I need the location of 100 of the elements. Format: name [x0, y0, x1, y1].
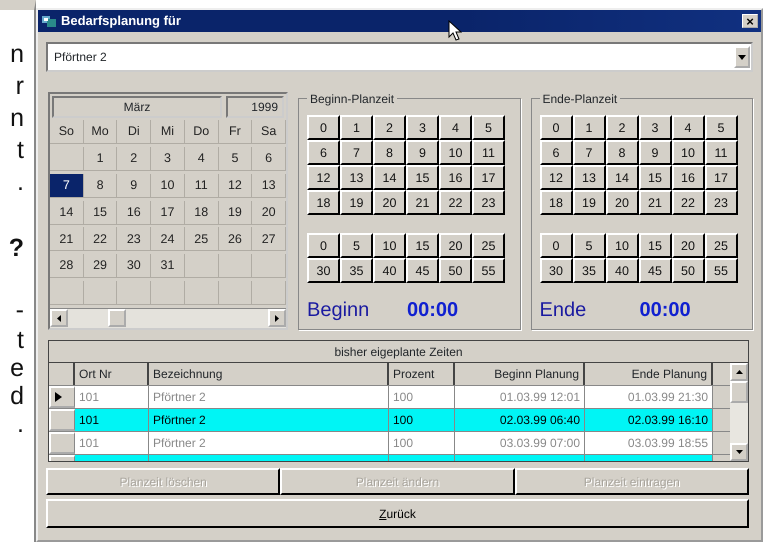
calendar-day[interactable]: 21 [50, 227, 84, 252]
hour-button[interactable]: 6 [307, 140, 340, 165]
calendar-day[interactable]: 2 [117, 146, 152, 171]
minute-button[interactable]: 0 [307, 233, 340, 258]
hour-button[interactable]: 23 [472, 190, 505, 215]
hour-button[interactable]: 14 [606, 165, 638, 190]
hour-button[interactable]: 17 [704, 165, 738, 190]
calendar-day[interactable]: 9 [117, 174, 152, 198]
minute-button[interactable]: 35 [572, 258, 606, 283]
hour-button[interactable]: 9 [406, 140, 439, 165]
minute-button[interactable]: 50 [672, 258, 704, 283]
calendar-day[interactable]: 4 [184, 146, 219, 171]
calendar-day[interactable]: 29 [84, 254, 118, 278]
minute-button[interactable]: 0 [540, 233, 572, 258]
hour-button[interactable]: 20 [373, 190, 406, 215]
hour-button[interactable]: 1 [572, 115, 606, 140]
hour-button[interactable]: 16 [439, 165, 472, 190]
minute-button[interactable]: 25 [704, 233, 738, 258]
calendar-day[interactable]: 19 [218, 200, 252, 225]
minute-button[interactable]: 20 [672, 233, 704, 258]
hour-button[interactable]: 18 [307, 190, 340, 215]
hour-button[interactable]: 2 [373, 115, 406, 140]
hour-button[interactable]: 12 [540, 165, 572, 190]
minute-button[interactable]: 5 [572, 233, 606, 258]
minute-button[interactable]: 40 [373, 258, 406, 283]
hour-button[interactable]: 18 [540, 190, 572, 215]
scrollbar-thumb[interactable] [730, 381, 748, 403]
calendar-day[interactable]: 17 [151, 200, 185, 225]
hour-button[interactable]: 7 [572, 140, 606, 165]
calendar-day[interactable]: 5 [218, 146, 252, 171]
calendar-day[interactable]: 8 [84, 174, 118, 198]
year-label[interactable]: 1999 [226, 96, 284, 118]
hour-button[interactable]: 8 [373, 140, 406, 165]
hour-button[interactable]: 7 [340, 140, 373, 165]
hour-button[interactable]: 4 [672, 115, 704, 140]
hour-button[interactable]: 15 [638, 165, 672, 190]
hour-button[interactable]: 15 [406, 165, 439, 190]
month-label[interactable]: März [52, 96, 222, 118]
calendar-day[interactable]: 7 [50, 174, 84, 198]
calendar-day[interactable]: 6 [252, 146, 286, 171]
minute-button[interactable]: 5 [340, 233, 373, 258]
scroll-left-icon[interactable] [50, 309, 68, 327]
hour-button[interactable]: 0 [540, 115, 572, 140]
hour-button[interactable]: 0 [307, 115, 340, 140]
minute-button[interactable]: 15 [638, 233, 672, 258]
hour-button[interactable]: 17 [472, 165, 505, 190]
scroll-right-icon[interactable] [268, 309, 286, 327]
minute-button[interactable]: 15 [406, 233, 439, 258]
hour-button[interactable]: 22 [439, 190, 472, 215]
hour-button[interactable]: 3 [638, 115, 672, 140]
hour-button[interactable]: 13 [340, 165, 373, 190]
calendar-day[interactable]: 31 [151, 254, 185, 278]
minute-button[interactable]: 55 [704, 258, 738, 283]
hour-button[interactable]: 23 [704, 190, 738, 215]
calendar-day[interactable]: 23 [117, 227, 152, 252]
calendar-day[interactable]: 24 [151, 227, 185, 252]
minute-button[interactable]: 30 [307, 258, 340, 283]
hour-button[interactable]: 5 [472, 115, 505, 140]
scroll-down-icon[interactable] [730, 443, 748, 461]
back-button[interactable]: Zurück [46, 499, 749, 528]
calendar-day[interactable]: 11 [184, 174, 219, 198]
scroll-up-icon[interactable] [730, 363, 748, 381]
hour-button[interactable]: 21 [406, 190, 439, 215]
minute-button[interactable]: 50 [439, 258, 472, 283]
calendar-day[interactable]: 20 [252, 200, 286, 225]
hour-button[interactable]: 11 [704, 140, 738, 165]
minute-button[interactable]: 45 [638, 258, 672, 283]
calendar-day[interactable]: 14 [50, 200, 84, 225]
close-button[interactable]: × [742, 14, 758, 28]
calendar-day[interactable]: 27 [252, 227, 286, 252]
minute-button[interactable]: 55 [472, 258, 505, 283]
calendar-day[interactable]: 26 [218, 227, 252, 252]
row-selector[interactable] [49, 386, 75, 408]
minute-button[interactable]: 25 [472, 233, 505, 258]
calendar-day[interactable]: 25 [184, 227, 219, 252]
minute-button[interactable]: 30 [540, 258, 572, 283]
calendar-day[interactable]: 10 [151, 174, 185, 198]
hour-button[interactable]: 9 [638, 140, 672, 165]
calendar-day[interactable]: 15 [84, 200, 118, 225]
calendar-day[interactable]: 16 [117, 200, 152, 225]
calendar-day[interactable]: 1 [84, 146, 118, 171]
hour-button[interactable]: 21 [638, 190, 672, 215]
hour-button[interactable]: 8 [606, 140, 638, 165]
hour-button[interactable]: 19 [340, 190, 373, 215]
calendar-day[interactable]: 22 [84, 227, 118, 252]
hour-button[interactable]: 13 [572, 165, 606, 190]
calendar-day[interactable]: 28 [50, 254, 84, 278]
hour-button[interactable]: 5 [704, 115, 738, 140]
hour-button[interactable]: 10 [672, 140, 704, 165]
hour-button[interactable]: 22 [672, 190, 704, 215]
minute-button[interactable]: 10 [373, 233, 406, 258]
minute-button[interactable]: 35 [340, 258, 373, 283]
hour-button[interactable]: 20 [606, 190, 638, 215]
employee-dropdown[interactable]: Pförtner 2 [46, 42, 753, 72]
hour-button[interactable]: 12 [307, 165, 340, 190]
hour-button[interactable]: 2 [606, 115, 638, 140]
calendar-day[interactable]: 13 [252, 174, 286, 198]
calendar-day[interactable]: 18 [184, 200, 219, 225]
scrollbar-thumb[interactable] [108, 309, 126, 327]
hour-button[interactable]: 19 [572, 190, 606, 215]
